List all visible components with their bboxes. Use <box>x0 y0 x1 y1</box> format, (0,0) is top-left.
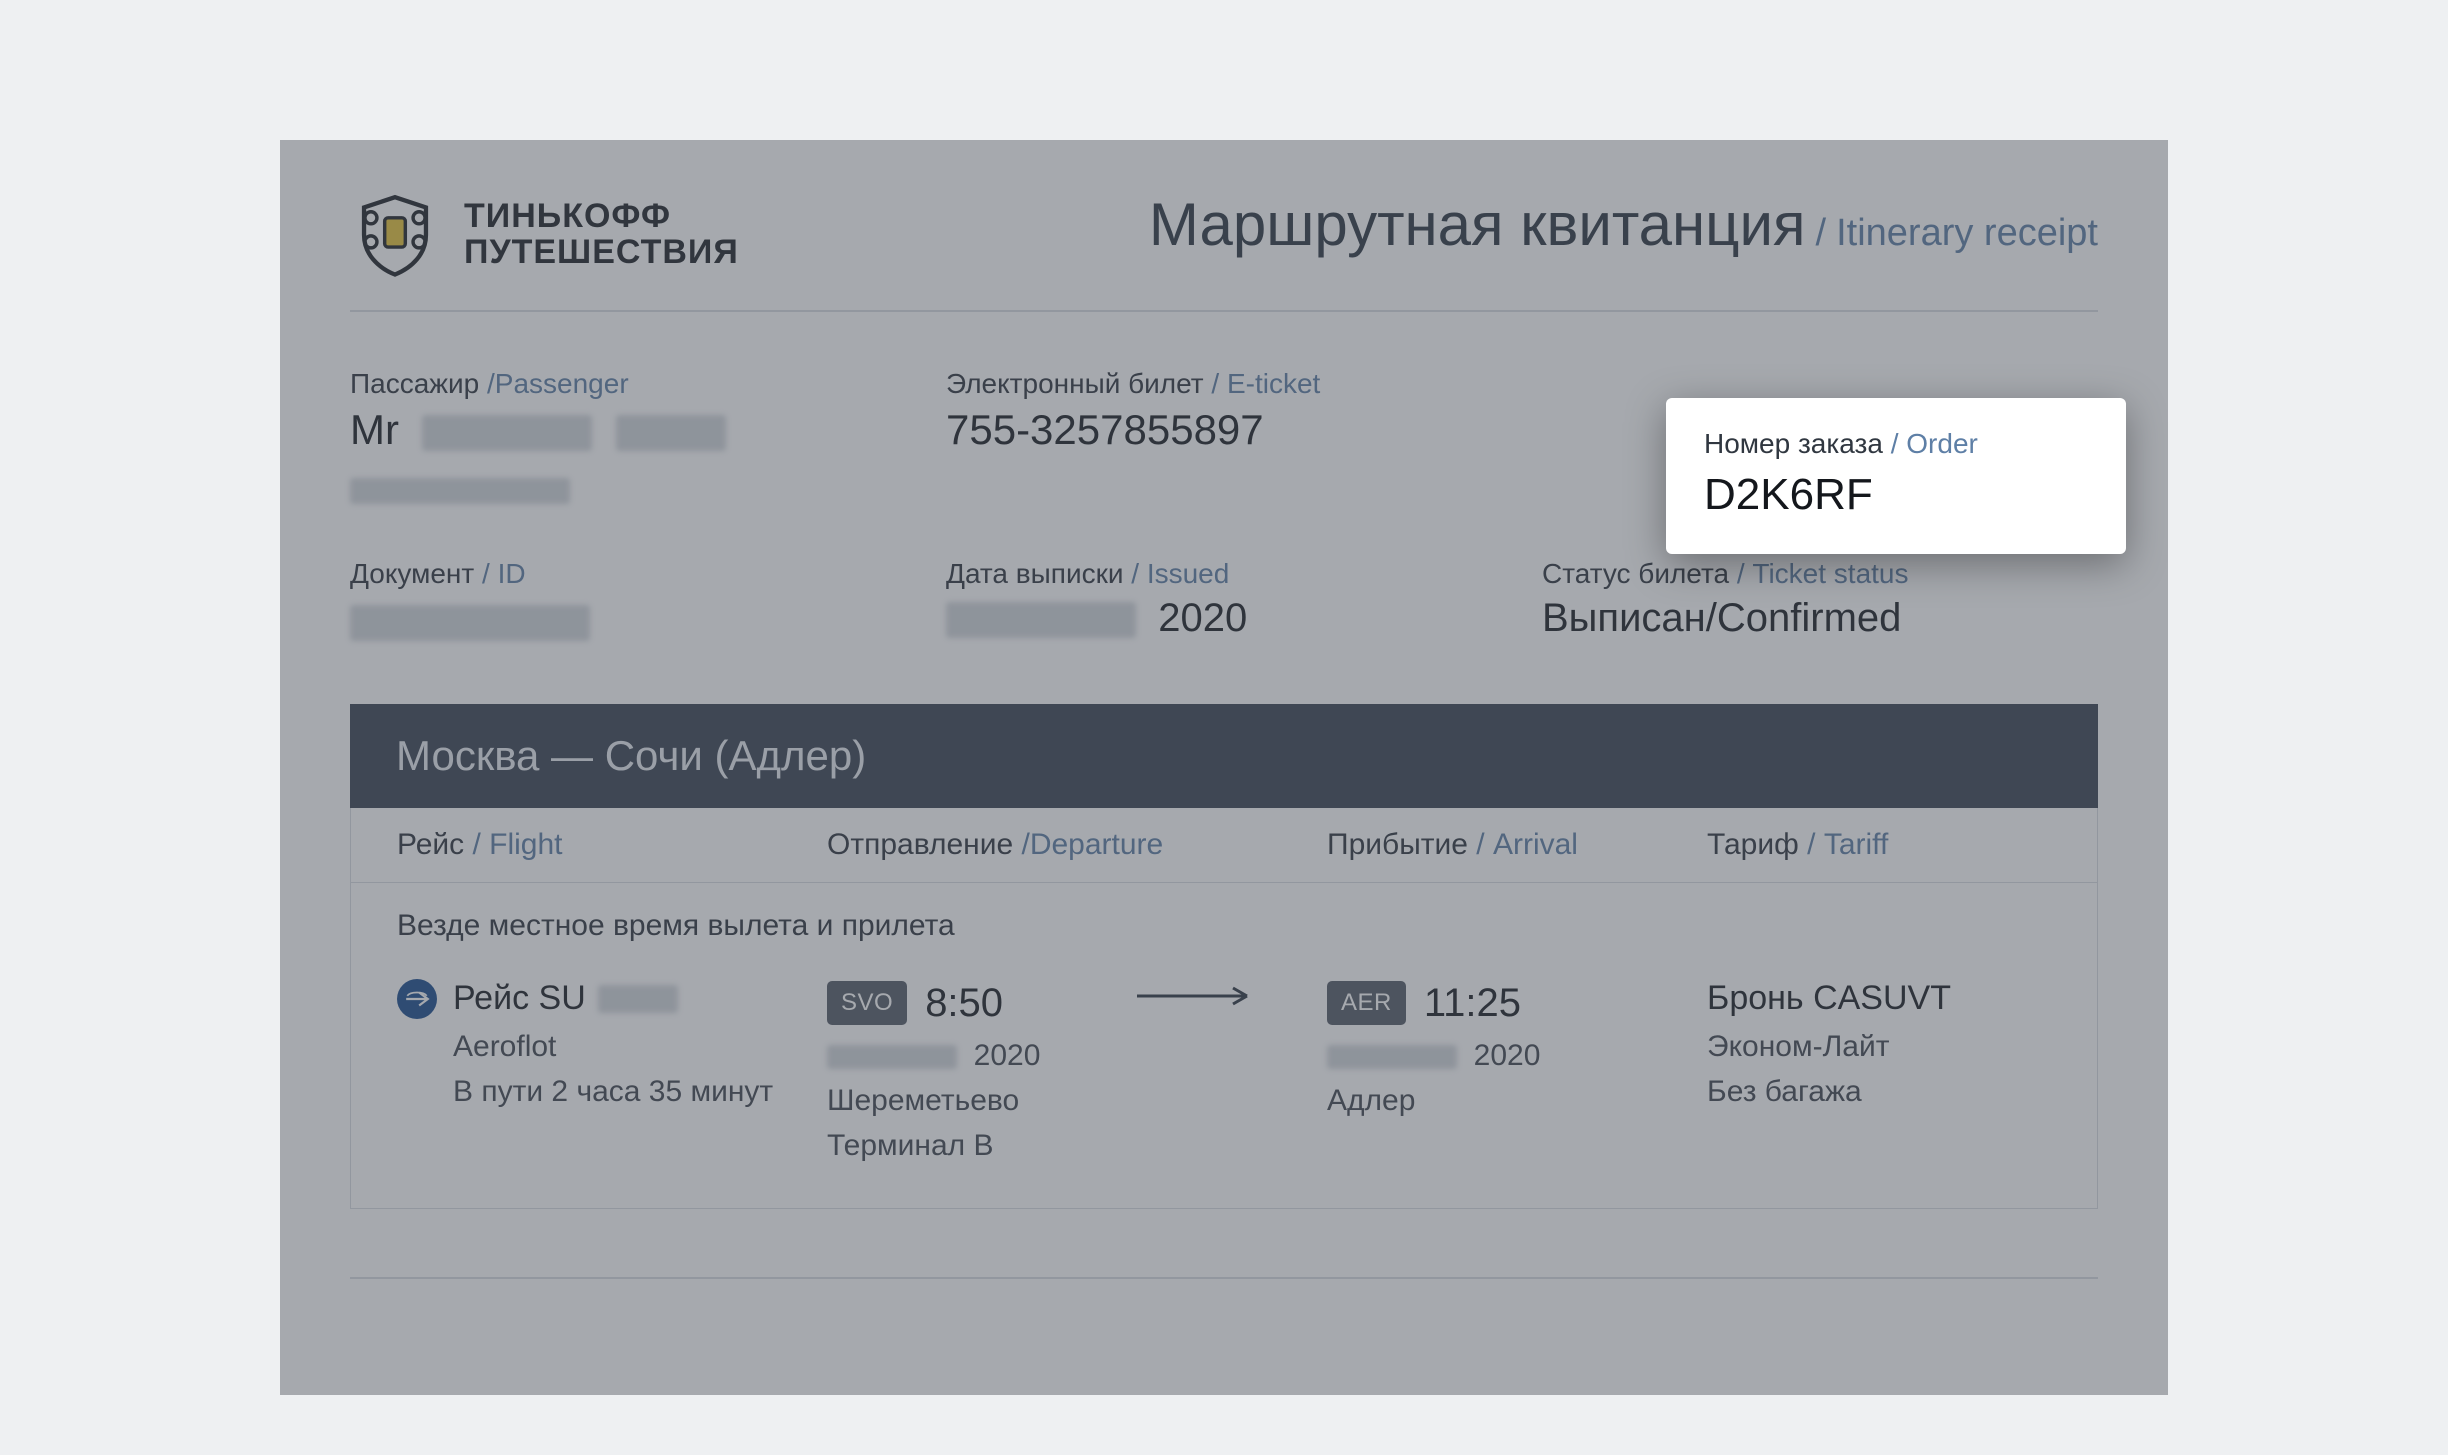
tinkoff-emblem-icon <box>350 190 440 280</box>
field-eticket: Электронный билет / E-ticket 755-3257855… <box>946 368 1502 512</box>
redacted-flight-number <box>598 985 678 1013</box>
col-arrival-ru: Прибытие <box>1327 828 1468 861</box>
tariff-class: Эконом-Лайт <box>1707 1024 2051 1069</box>
brand-line1: ТИНЬКОФФ <box>464 199 739 235</box>
cell-departure: SVO 8:50 2020 Шереметьево Терминал B <box>827 973 1137 1168</box>
flight-row: Рейс SU Aeroflot В пути 2 часа 35 минут … <box>397 973 2051 1168</box>
status-value: Выписан/Confirmed <box>1542 596 2098 641</box>
title-separator: / <box>1816 212 1827 255</box>
field-order: Номер заказа / Order D2K6RF <box>1542 368 2098 512</box>
header: ТИНЬКОФФ ПУТЕШЕСТВИЯ Маршрутная квитанци… <box>350 190 2098 312</box>
redacted-document <box>350 605 590 641</box>
order-value: D2K6RF <box>1704 470 2088 520</box>
arr-year: 2020 <box>1474 1039 1541 1072</box>
route-title-bar: Москва — Сочи (Адлер) <box>350 704 2098 808</box>
col-flight-ru: Рейс <box>397 828 464 861</box>
col-tariff-en: Tariff <box>1824 828 1888 861</box>
route-title: Москва — Сочи (Адлер) <box>396 732 866 779</box>
flight-prefix: Рейс SU <box>453 973 586 1024</box>
redacted-dep-date <box>827 1045 957 1069</box>
flight-table: Рейс / Flight Отправление /Departure При… <box>350 808 2098 1209</box>
status-label-ru: Статус билета <box>1542 558 1729 589</box>
redacted-arr-date <box>1327 1045 1457 1069</box>
field-status: Статус билета / Ticket status Выписан/Co… <box>1542 558 2098 644</box>
eticket-label-ru: Электронный билет <box>946 368 1204 399</box>
document-value <box>350 596 906 644</box>
passenger-label-en: Passenger <box>495 368 629 399</box>
document-label-ru: Документ <box>350 558 474 589</box>
issued-year: 2020 <box>1158 596 1247 640</box>
issued-label-ru: Дата выписки <box>946 558 1123 589</box>
redacted-name-3 <box>350 478 570 504</box>
flight-table-body: Везде местное время вылета и прилета Рей… <box>351 883 2097 1208</box>
brand-line2: ПУТЕШЕСТВИЯ <box>464 235 739 271</box>
field-passenger: Пассажир /Passenger Mr <box>350 368 906 512</box>
title-en: Itinerary receipt <box>1836 212 2098 255</box>
col-departure-ru: Отправление <box>827 828 1013 861</box>
title-ru: Маршрутная квитанция <box>1149 190 1806 259</box>
tariff-booking: Бронь CASUVT <box>1707 973 2051 1024</box>
col-departure-en: Departure <box>1030 828 1163 861</box>
dep-terminal: Терминал B <box>827 1123 1137 1168</box>
arrow-icon <box>1137 973 1327 1007</box>
aeroflot-icon <box>397 979 437 1019</box>
issued-label-en: Issued <box>1147 558 1230 589</box>
redacted-name-1 <box>422 415 592 451</box>
flight-table-head: Рейс / Flight Отправление /Departure При… <box>351 808 2097 883</box>
arr-airport: Адлер <box>1327 1078 1707 1123</box>
passenger-prefix: Mr <box>350 406 399 453</box>
arr-time: 11:25 <box>1424 973 1521 1033</box>
flight-duration: В пути 2 часа 35 минут <box>453 1069 827 1114</box>
page-title: Маршрутная квитанция / Itinerary receipt <box>1149 190 2098 259</box>
cell-tariff: Бронь CASUVT Эконом-Лайт Без багажа <box>1707 973 2051 1114</box>
document-label-en: ID <box>498 558 526 589</box>
brand-name: ТИНЬКОФФ ПУТЕШЕСТВИЯ <box>464 199 739 270</box>
arr-iata: AER <box>1327 981 1406 1025</box>
eticket-label-en: E-ticket <box>1227 368 1320 399</box>
cell-arrival: AER 11:25 2020 Адлер <box>1327 973 1707 1123</box>
frame: ТИНЬКОФФ ПУТЕШЕСТВИЯ Маршрутная квитанци… <box>0 40 2448 1455</box>
tariff-baggage: Без багажа <box>1707 1069 2051 1114</box>
order-label-en: Order <box>1906 428 1978 459</box>
col-arrival-en: Arrival <box>1493 828 1578 861</box>
order-label-ru: Номер заказа <box>1704 428 1883 459</box>
info-grid: Пассажир /Passenger Mr Электронный билет… <box>350 312 2098 704</box>
field-issued: Дата выписки / Issued 2020 <box>946 558 1502 644</box>
dep-iata: SVO <box>827 981 907 1025</box>
col-tariff-ru: Тариф <box>1707 828 1799 861</box>
passenger-value: Mr <box>350 406 906 512</box>
bottom-divider <box>350 1277 2098 1279</box>
order-highlight-card: Номер заказа / Order D2K6RF <box>1666 398 2126 554</box>
airline-name: Aeroflot <box>453 1024 827 1069</box>
issued-value: 2020 <box>946 596 1502 641</box>
redacted-name-2 <box>616 415 726 451</box>
col-flight-en: Flight <box>489 828 562 861</box>
cell-flight: Рейс SU Aeroflot В пути 2 часа 35 минут <box>397 973 827 1114</box>
dep-time: 8:50 <box>925 973 1003 1033</box>
brand-logo-block: ТИНЬКОФФ ПУТЕШЕСТВИЯ <box>350 190 739 280</box>
itinerary-receipt: ТИНЬКОФФ ПУТЕШЕСТВИЯ Маршрутная квитанци… <box>280 140 2168 1395</box>
field-document: Документ / ID <box>350 558 906 644</box>
eticket-value: 755-3257855897 <box>946 406 1502 454</box>
redacted-issued-date <box>946 602 1136 638</box>
passenger-label-ru: Пассажир <box>350 368 479 399</box>
status-label-en: Ticket status <box>1752 558 1908 589</box>
dep-airport: Шереметьево <box>827 1078 1137 1123</box>
localtime-note: Везде местное время вылета и прилета <box>397 909 2051 943</box>
dep-year: 2020 <box>974 1039 1041 1072</box>
